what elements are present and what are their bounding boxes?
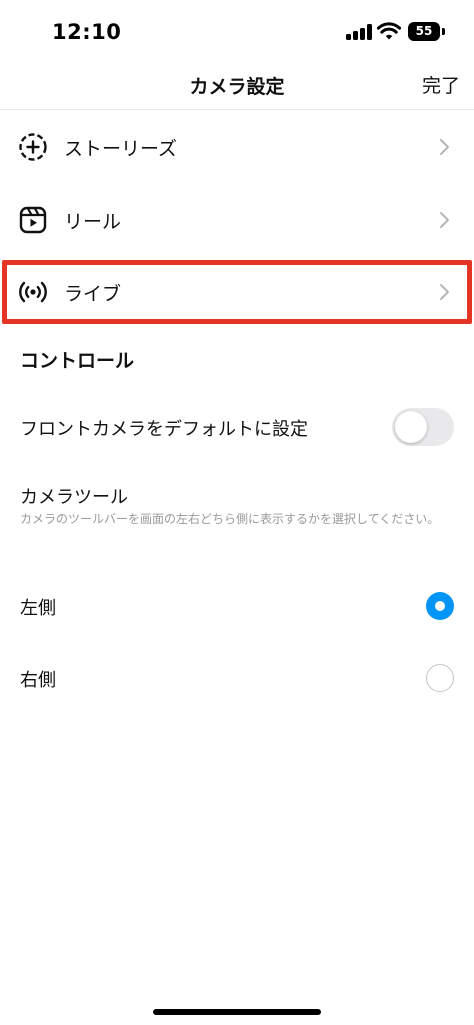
menu-item-stories[interactable]: ストーリーズ [0, 111, 474, 183]
camera-tools-description: カメラのツールバーを画面の左右どちら側に表示するかを選択してください。 [20, 512, 440, 526]
home-indicator [153, 1009, 321, 1015]
status-bar: 12:10 55 [0, 0, 474, 62]
chevron-right-icon [440, 139, 449, 155]
option-right-side[interactable]: 右側 [0, 642, 474, 714]
battery-indicator: 55 [408, 22, 440, 41]
chevron-right-icon [440, 212, 449, 228]
signal-icon [346, 24, 372, 40]
option-label: 左側 [20, 598, 56, 619]
done-button[interactable]: 完了 [422, 71, 460, 98]
menu-item-label: リール [64, 210, 122, 233]
chevron-right-icon [440, 284, 449, 300]
menu-item-label: ストーリーズ [64, 137, 178, 160]
radio-unselected-icon[interactable] [426, 664, 454, 692]
camera-tools-title: カメラツール [20, 487, 128, 508]
nav-bar: カメラ設定 完了 [0, 62, 474, 110]
front-camera-toggle[interactable] [392, 408, 454, 446]
radio-selected-icon[interactable] [426, 592, 454, 620]
option-left-side[interactable]: 左側 [0, 570, 474, 642]
page-title: カメラ設定 [189, 76, 285, 98]
menu-item-reels[interactable]: リール [0, 184, 474, 256]
front-camera-label: フロントカメラをデフォルトに設定 [20, 419, 308, 440]
reels-icon [19, 206, 47, 234]
toggle-knob [395, 411, 427, 443]
front-camera-setting: フロントカメラをデフォルトに設定 [0, 392, 474, 462]
story-add-icon [19, 133, 47, 161]
option-label: 右側 [20, 670, 56, 691]
live-icon [19, 281, 47, 303]
wifi-icon [377, 22, 401, 40]
menu-item-live[interactable]: ライブ [0, 256, 474, 328]
menu-item-label: ライブ [64, 282, 122, 305]
status-time: 12:10 [52, 20, 122, 44]
section-title-controls: コントロール [20, 350, 135, 372]
battery-cap [442, 28, 445, 35]
